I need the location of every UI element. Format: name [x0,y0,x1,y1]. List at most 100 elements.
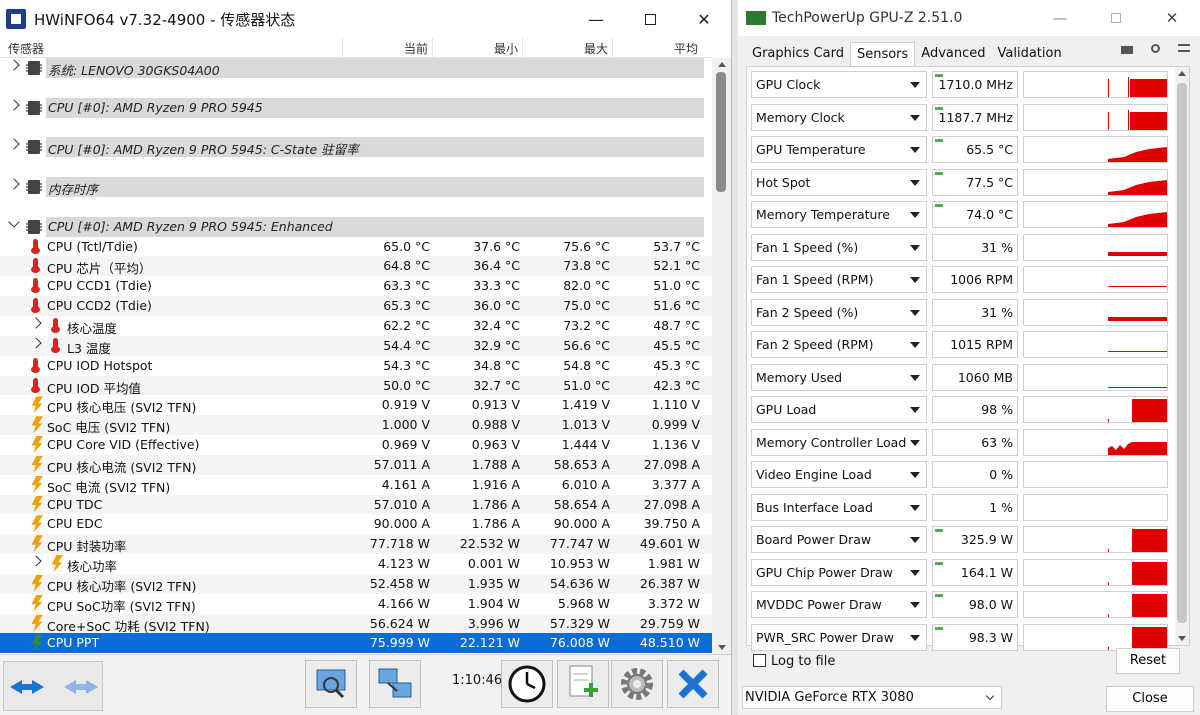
scroll-down-icon[interactable] [1178,636,1186,641]
sensor-row[interactable]: CPU EDC 90.000 A 1.786 A 90.000 A 39.750 A [0,514,712,534]
chevron-right-icon[interactable] [30,555,42,567]
sensor-name-dropdown[interactable]: Fan 2 Speed (RPM) [751,331,927,358]
sensor-row[interactable]: CPU Core VID (Effective) 0.969 V 0.963 V 1.… [0,435,712,455]
sensor-row[interactable]: CPU 核心电压 (SVI2 TFN) 0.919 V 0.913 V 1.419 V… [0,395,712,415]
col-sensor[interactable]: 传感器 [8,40,44,57]
chevron-right-icon[interactable] [8,138,20,151]
sensor-name-dropdown[interactable]: GPU Clock [751,71,927,98]
sensor-name-dropdown[interactable]: Memory Used [751,363,927,391]
settings-button[interactable] [611,660,663,708]
sensor-name-dropdown[interactable]: Fan 1 Speed (RPM) [751,266,927,293]
sensor-name-dropdown[interactable]: Memory Clock [751,103,927,131]
reset-button[interactable]: Reset [1116,648,1180,674]
sensor-row[interactable]: CPU TDC 57.010 A 1.786 A 58.654 A 27.098 A [0,494,712,515]
col-min[interactable]: 最小 [432,40,518,57]
value-current: 54.4 °C [383,337,430,353]
chevron-right-icon[interactable] [8,178,20,190]
sensor-row[interactable]: SoC 电流 (SVI2 TFN) 4.161 A 1.916 A 6.010 A 3.… [0,475,712,495]
sensor-row[interactable]: CPU CCD1 (Tdie) 63.3 °C 33.3 °C 82.0 °C 51.0… [0,276,712,296]
sensor-name-dropdown[interactable]: Board Power Draw [751,526,927,553]
sensor-row[interactable]: CPU 芯片（平均） 64.8 °C 36.4 °C 73.8 °C 52.1 °C [0,256,712,276]
sensor-row[interactable]: CPU (Tctl/Tdie) 65.0 °C 37.6 °C 75.6 °C 53.7… [0,237,712,257]
scroll-thumb[interactable] [1177,83,1187,623]
col-max[interactable]: 最大 [522,40,608,57]
sensor-group-row[interactable]: 系统: LENOVO 30GKS04A00 [0,58,712,78]
hwinfo-toolbar: 1:10:46 [0,654,731,715]
chevron-right-icon[interactable] [30,337,42,349]
close-button[interactable]: Close [1106,686,1194,712]
chevron-right-icon[interactable] [8,99,20,111]
sensor-name-dropdown[interactable]: PWR_SRC Power Draw [751,623,927,651]
network-button[interactable] [369,660,421,708]
sensor-row[interactable]: 核心功率 4.123 W 0.001 W 10.953 W 1.981 W [0,554,712,574]
sensors-scrollbar[interactable] [1175,67,1189,645]
sensor-row[interactable]: SoC 电压 (SVI2 TFN) 1.000 V 0.988 V 1.013 V 0.… [0,415,712,435]
tab-validation[interactable]: Validation [992,42,1068,66]
sensor-group-row[interactable]: CPU [#0]: AMD Ryzen 9 PRO 5945: C-State … [0,137,712,157]
sensor-label: L3 温度 [67,340,111,356]
sensor-row[interactable]: CPU CCD2 (Tdie) 65.3 °C 36.0 °C 75.0 °C 51.6… [0,296,712,316]
camera-icon[interactable] [1121,46,1133,54]
expand-arrows-icon[interactable] [10,680,44,694]
col-current[interactable]: 当前 [342,40,428,57]
scroll-thumb[interactable] [716,72,726,192]
log-to-file-checkbox[interactable] [753,654,766,667]
sensor-group-row[interactable]: 内存时序 [0,177,712,197]
sensor-scrollbar[interactable] [712,58,731,654]
sensor-name-dropdown[interactable]: GPU Load [751,396,927,423]
close-sensors-button[interactable] [667,660,719,708]
close-x-icon [678,669,708,699]
gpu-sensor-row: Fan 2 Speed (RPM) 1015 RPM [751,331,1171,358]
dropdown-arrow-icon [910,212,920,218]
sensor-name-dropdown[interactable]: Fan 1 Speed (%) [751,233,927,261]
sensor-name-dropdown[interactable]: MVDDC Power Draw [751,591,927,618]
chevron-right-icon[interactable] [30,317,42,329]
gpu-select[interactable]: NVIDIA GeForce RTX 3080 [742,686,1002,709]
sensor-name-dropdown[interactable]: Memory Temperature [751,201,927,228]
minimize-button[interactable]: — [569,0,623,38]
refresh-icon[interactable] [1151,44,1160,53]
scroll-up-icon[interactable] [1178,71,1186,76]
clock-reset-button[interactable] [501,660,553,708]
sensor-name-dropdown[interactable]: Hot Spot [751,168,927,196]
sensor-value: 0 % [989,467,1013,482]
chevron-right-icon[interactable] [8,59,20,71]
scroll-up-icon[interactable] [718,62,726,67]
col-avg[interactable]: 平均 [612,40,698,57]
sensor-row[interactable]: CPU IOD 平均值 50.0 °C 32.7 °C 51.0 °C 42.3 °C [0,375,712,396]
sensor-row[interactable]: Core+SoC 功耗 (SVI2 TFN) 56.624 W 3.996 W 57.… [0,613,712,634]
collapse-arrows-icon[interactable] [64,680,98,694]
gpuz-close-button[interactable]: ✕ [1144,0,1200,36]
sensor-row[interactable]: CPU IOD Hotspot 54.3 °C 34.8 °C 54.8 °C 45.3… [0,356,712,376]
maximize-button[interactable] [623,0,677,38]
sensor-name-dropdown[interactable]: Fan 2 Speed (%) [751,298,927,326]
scroll-down-icon[interactable] [718,645,726,650]
sensor-row[interactable]: CPU 封装功率 77.718 W 22.532 W 77.747 W 49.601 W [0,534,712,554]
chevron-down-icon[interactable] [8,216,20,228]
tab-advanced[interactable]: Advanced [915,42,991,66]
sensor-group-row[interactable]: CPU [#0]: AMD Ryzen 9 PRO 5945: Enhanced [0,216,712,237]
sensor-graph-plot [1108,386,1167,388]
sensor-row[interactable]: 核心温度 62.2 °C 32.4 °C 73.2 °C 48.7 °C [0,316,712,336]
close-window-button[interactable]: ✕ [677,0,731,38]
dropdown-arrow-icon [910,602,920,608]
sensor-name-dropdown[interactable]: GPU Chip Power Draw [751,558,927,586]
sensor-name-dropdown[interactable]: GPU Temperature [751,136,927,163]
sensor-value-box: 98.3 W [932,623,1018,651]
sensor-name-dropdown[interactable]: Bus Interface Load [751,493,927,521]
sensor-row[interactable]: CPU 核心电流 (SVI2 TFN) 57.011 A 1.788 A 58.653… [0,454,712,475]
sensor-name-dropdown[interactable]: Memory Controller Load [751,428,927,456]
tab-graphics-card[interactable]: Graphics Card [746,42,850,66]
sensor-row[interactable]: CPU PPT 75.999 W 22.121 W 76.008 W 48.510 W [0,633,712,654]
tab-sensors[interactable]: Sensors [849,42,916,66]
sensor-row[interactable]: L3 温度 54.4 °C 32.9 °C 56.6 °C 45.5 °C [0,335,712,356]
sensor-name-dropdown[interactable]: Video Engine Load [751,461,927,488]
gpuz-minimize-button[interactable]: — [1032,0,1088,36]
sensor-search-button[interactable] [305,660,357,708]
sensor-group-row[interactable]: CPU [#0]: AMD Ryzen 9 PRO 5945 [0,97,712,118]
gpuz-maximize-button[interactable] [1088,0,1144,36]
menu-icon[interactable] [1178,44,1190,52]
sensor-row[interactable]: CPU 核心功率 (SVI2 TFN) 52.458 W 1.935 W 54.636… [0,573,712,594]
sensor-row[interactable]: CPU SoC功率 (SVI2 TFN) 4.166 W 1.904 W 5.968 … [0,594,712,614]
log-button[interactable] [557,660,609,708]
